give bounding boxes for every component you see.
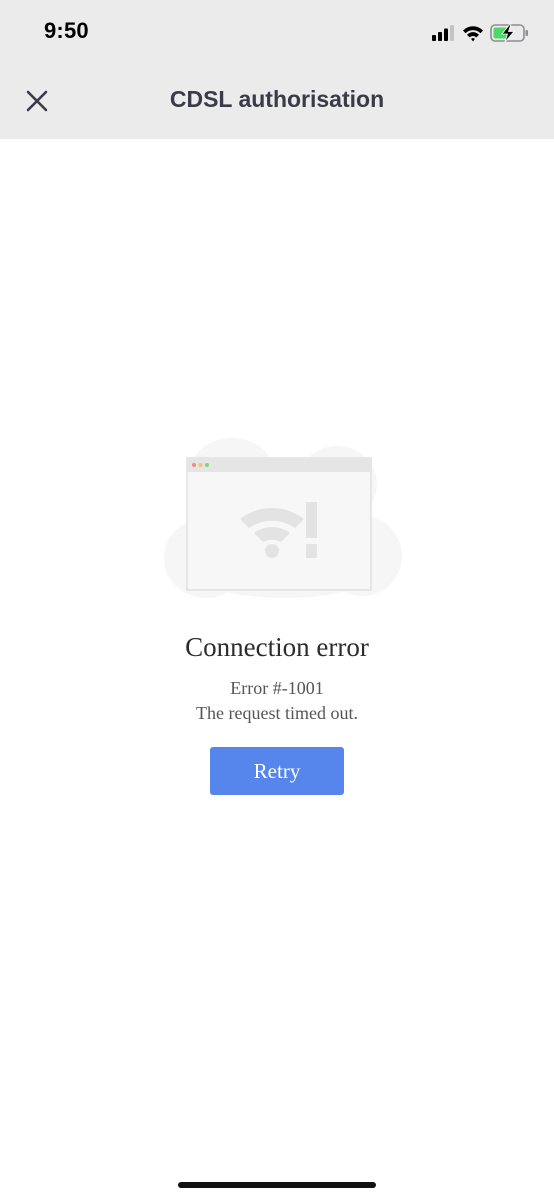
nav-bar: CDSL authorisation [0, 64, 554, 139]
status-time: 9:50 [44, 18, 89, 43]
top-bar: 9:50 CDSL authorisation [0, 0, 554, 139]
page-title: CDSL authorisation [169, 86, 385, 112]
cellular-signal-icon [432, 25, 454, 41]
screen: 9:50 CDSL authorisation Connection error… [0, 0, 554, 1200]
retry-button[interactable]: Retry [210, 747, 344, 795]
error-title: Connection error [185, 632, 369, 662]
battery-charging-icon [490, 23, 528, 43]
error-code: Error #-1001 [230, 678, 324, 698]
error-illustration [164, 438, 402, 598]
browser-window [186, 457, 372, 591]
home-indicator[interactable] [178, 1182, 376, 1188]
wifi-icon [463, 26, 483, 42]
status-icons-graphic [432, 23, 528, 43]
no-connection-browser-icon [162, 436, 406, 602]
error-message: The request timed out. [196, 703, 358, 723]
status-icons [432, 20, 532, 46]
